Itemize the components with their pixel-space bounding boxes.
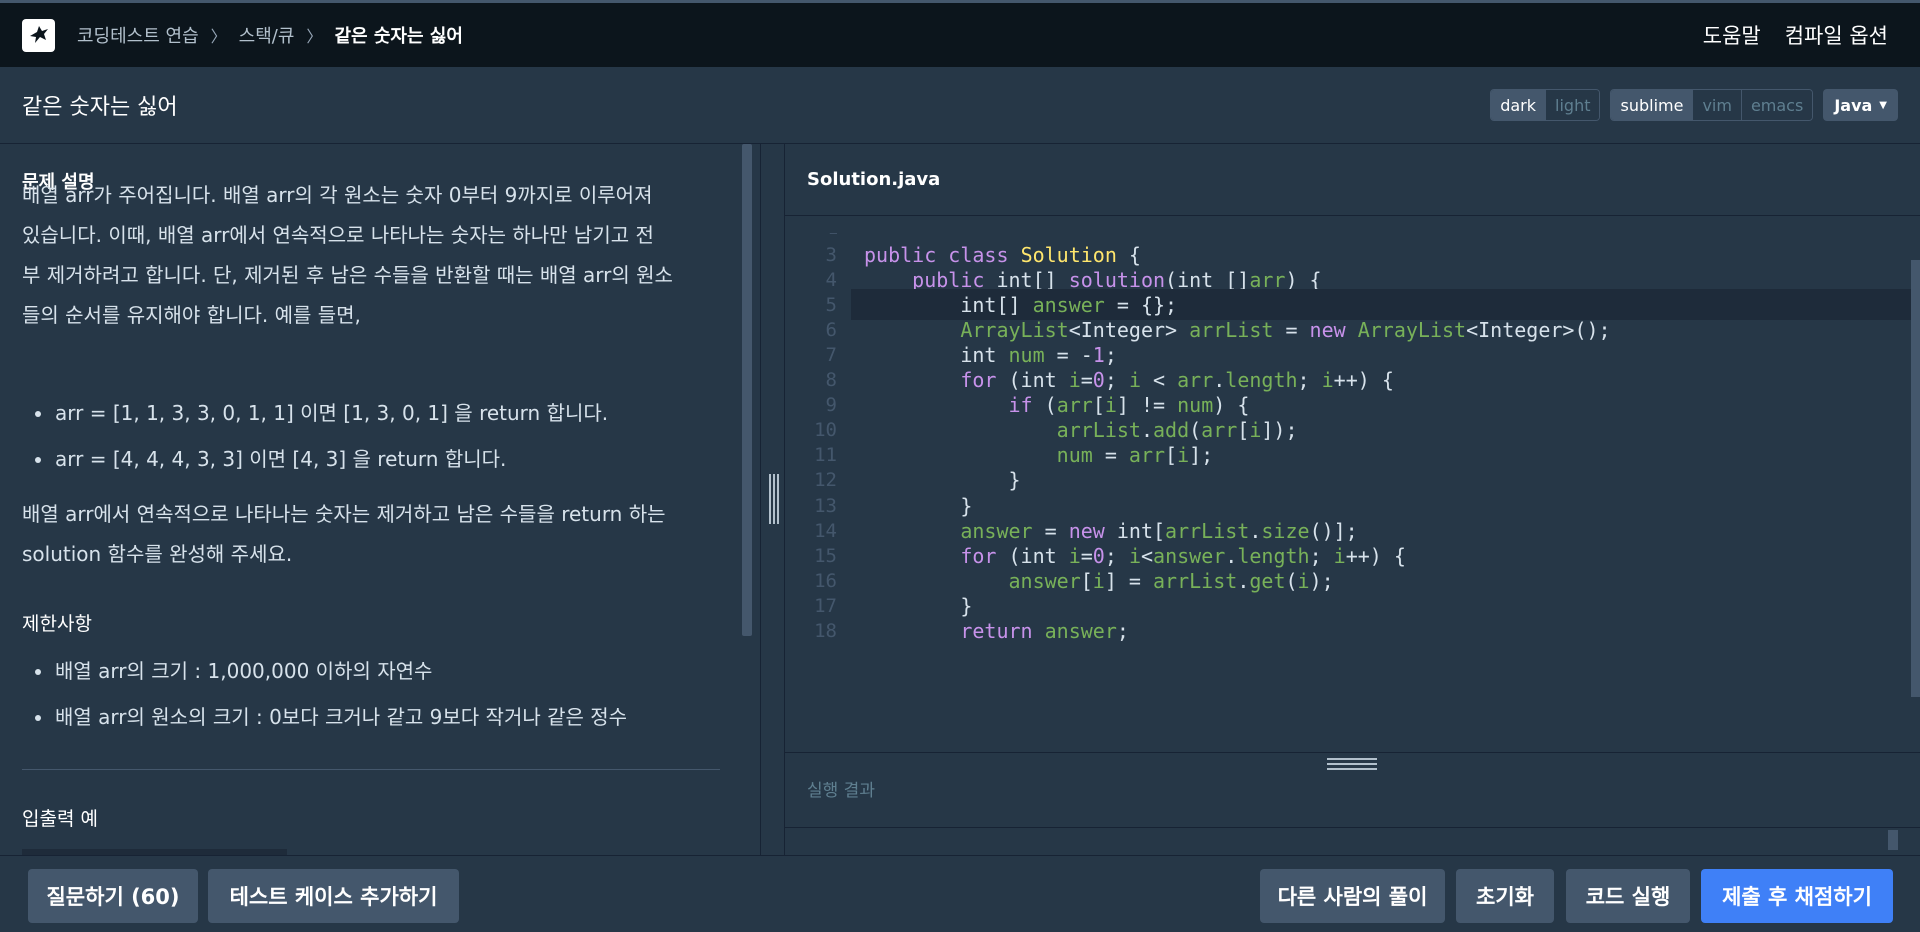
line-number: 16 xyxy=(814,569,837,592)
code-text: if (arr[i] != num) { xyxy=(1008,393,1250,418)
list-item: arr = [4, 4, 4, 3, 3] 이면 [4, 3] 을 return… xyxy=(0,436,742,482)
problem-line: 들의 순서를 유지해야 합니다. 예를 들면, xyxy=(22,303,361,327)
breadcrumb: 코딩테스트 연습 〉 스택/큐 〉 같은 숫자는 싫어 xyxy=(77,22,463,48)
code-text: for (int i=0; i<answer.length; i++) { xyxy=(960,543,1406,568)
keymap-sublime-button[interactable]: sublime xyxy=(1611,90,1693,120)
problem-line: solution 함수를 완성해 주세요. xyxy=(22,542,293,566)
code-text: public class Solution { xyxy=(864,242,1141,267)
section-divider xyxy=(22,769,720,770)
constraints-heading: 제한사항 xyxy=(22,613,92,635)
constraints-list: 배열 arr의 크기 : 1,000,000 이하의 자연수 배열 arr의 원… xyxy=(22,648,742,740)
line-number: 3 xyxy=(825,243,837,266)
results-scrollbar[interactable] xyxy=(1888,830,1898,850)
code-text: return answer; xyxy=(960,619,1129,643)
code-text: int[] answer = {}; xyxy=(864,292,1178,317)
compile-options-link[interactable]: 컴파일 옵션 xyxy=(1785,20,1888,50)
problem-panel: 문제 설명 배열 arr가 주어집니다. 배열 arr의 각 원소는 숫자 0부… xyxy=(0,144,760,855)
results-splitter xyxy=(785,752,1920,753)
panel-splitter[interactable] xyxy=(760,144,785,855)
line-number: 18 xyxy=(814,620,837,642)
code-text: num = arr[i]; xyxy=(1056,443,1214,468)
code-text: public int[] solution(int []arr) { xyxy=(912,267,1322,292)
theme-light-button[interactable]: light xyxy=(1545,90,1600,120)
code-text: } xyxy=(864,593,973,618)
help-link[interactable]: 도움말 xyxy=(1703,20,1761,50)
line-number: 6 xyxy=(825,318,837,341)
breadcrumb-item-coding-test[interactable]: 코딩테스트 연습 xyxy=(77,22,199,48)
language-select-value: Java xyxy=(1834,95,1873,115)
code-scrollbar[interactable] xyxy=(1911,260,1920,697)
editor-toolbar: dark light sublime vim emacs Java ▼ xyxy=(1490,89,1898,121)
add-test-case-button[interactable]: 테스트 케이스 추가하기 xyxy=(208,869,459,923)
line-number: 12 xyxy=(814,469,837,492)
keymap-toggle: sublime vim emacs xyxy=(1610,89,1814,121)
drag-handle-icon[interactable] xyxy=(769,474,779,524)
problem-paragraph-1: 배열 arr가 주어집니다. 배열 arr의 각 원소는 숫자 0부터 9까지로… xyxy=(22,175,742,335)
language-select[interactable]: Java ▼ xyxy=(1823,89,1898,121)
keymap-vim-button[interactable]: vim xyxy=(1692,90,1741,120)
line-number: 14 xyxy=(814,519,837,542)
problem-scrollbar[interactable] xyxy=(742,144,752,636)
line-number: 10 xyxy=(814,419,837,442)
other-solutions-button[interactable]: 다른 사람의 풀이 xyxy=(1260,869,1445,923)
results-divider xyxy=(785,827,1920,828)
code-text: } xyxy=(864,468,1021,493)
line-number: 11 xyxy=(814,444,837,467)
code-text: } xyxy=(864,493,973,518)
code-text: arrList.add(arr[i]); xyxy=(1056,418,1298,443)
editor-panel: Solution.java –3 public class Solution {4… xyxy=(785,144,1920,855)
footer-bar: 질문하기 (60) 테스트 케이스 추가하기 다른 사람의 풀이 초기화 코드 … xyxy=(0,855,1920,932)
breadcrumb-item-current: 같은 숫자는 싫어 xyxy=(334,26,463,47)
theme-toggle: dark light xyxy=(1490,89,1601,121)
chevron-right-icon: 〉 xyxy=(306,27,323,46)
line-number: 8 xyxy=(825,369,837,391)
line-number: 5 xyxy=(825,293,837,316)
code-line[interactable]: 18 return answer; xyxy=(785,616,1913,647)
list-item: arr = [1, 1, 3, 3, 0, 1, 1] 이면 [1, 3, 0,… xyxy=(0,390,742,436)
theme-dark-button[interactable]: dark xyxy=(1491,90,1546,120)
problem-line: 부 제거하려고 합니다. 단, 제거된 후 남은 수들을 반환할 때는 배열 a… xyxy=(22,263,673,287)
title-bar: 같은 숫자는 싫어 dark light sublime vim emacs J… xyxy=(0,67,1920,144)
list-item: 배열 arr의 원소의 크기 : 0보다 크거나 같고 9보다 작거나 같은 정… xyxy=(0,694,742,740)
submit-button[interactable]: 제출 후 채점하기 xyxy=(1701,869,1893,923)
code-text: int num = -1; xyxy=(864,342,1117,367)
logo-icon[interactable] xyxy=(22,18,55,52)
caret-down-icon: ▼ xyxy=(1879,99,1887,111)
file-tab: Solution.java xyxy=(785,144,1920,216)
chevron-right-icon: 〉 xyxy=(210,27,227,46)
code-text: for (int i=0; i < arr.length; i++) { xyxy=(960,368,1394,392)
line-number: 13 xyxy=(814,494,837,517)
drag-handle-icon[interactable] xyxy=(1327,758,1377,770)
top-nav: 코딩테스트 연습 〉 스택/큐 〉 같은 숫자는 싫어 도움말 컴파일 옵션 xyxy=(0,0,1920,67)
list-item: 배열 arr의 크기 : 1,000,000 이하의 자연수 xyxy=(0,648,742,694)
code-editor[interactable]: –3 public class Solution {4 public int[] … xyxy=(785,217,1920,752)
ask-question-button[interactable]: 질문하기 (60) xyxy=(28,869,198,923)
breadcrumb-item-stack-queue[interactable]: 스택/큐 xyxy=(239,22,295,48)
results-label: 실행 결과 xyxy=(807,781,875,801)
example-list: arr = [1, 1, 3, 3, 0, 1, 1] 이면 [1, 3, 0,… xyxy=(22,390,742,482)
line-number: 9 xyxy=(825,394,837,417)
keymap-emacs-button[interactable]: emacs xyxy=(1740,90,1813,120)
page-title: 같은 숫자는 싫어 xyxy=(22,95,178,120)
run-code-button[interactable]: 코드 실행 xyxy=(1566,869,1690,923)
line-number: 17 xyxy=(814,594,837,617)
code-text: ArrayList<Integer> arrList = new ArrayLi… xyxy=(960,317,1611,342)
code-text: answer = new int[arrList.size()]; xyxy=(960,518,1358,543)
problem-line: 있습니다. 이때, 배열 arr에서 연속적으로 나타나는 숫자는 하나만 남기… xyxy=(22,223,654,247)
problem-line: 배열 arr에서 연속적으로 나타나는 숫자는 제거하고 남은 수들을 retu… xyxy=(22,502,666,526)
problem-paragraph-2: 배열 arr에서 연속적으로 나타나는 숫자는 제거하고 남은 수들을 retu… xyxy=(22,494,742,574)
line-number: 4 xyxy=(825,268,837,291)
code-text: answer[i] = arrList.get(i); xyxy=(1008,568,1334,593)
io-example-heading: 입출력 예 xyxy=(22,808,98,830)
reset-button[interactable]: 초기화 xyxy=(1456,869,1554,923)
problem-line: 배열 arr가 주어집니다. 배열 arr의 각 원소는 숫자 0부터 9까지로… xyxy=(22,183,653,207)
line-number: 15 xyxy=(814,544,837,567)
line-number: 7 xyxy=(825,343,837,366)
